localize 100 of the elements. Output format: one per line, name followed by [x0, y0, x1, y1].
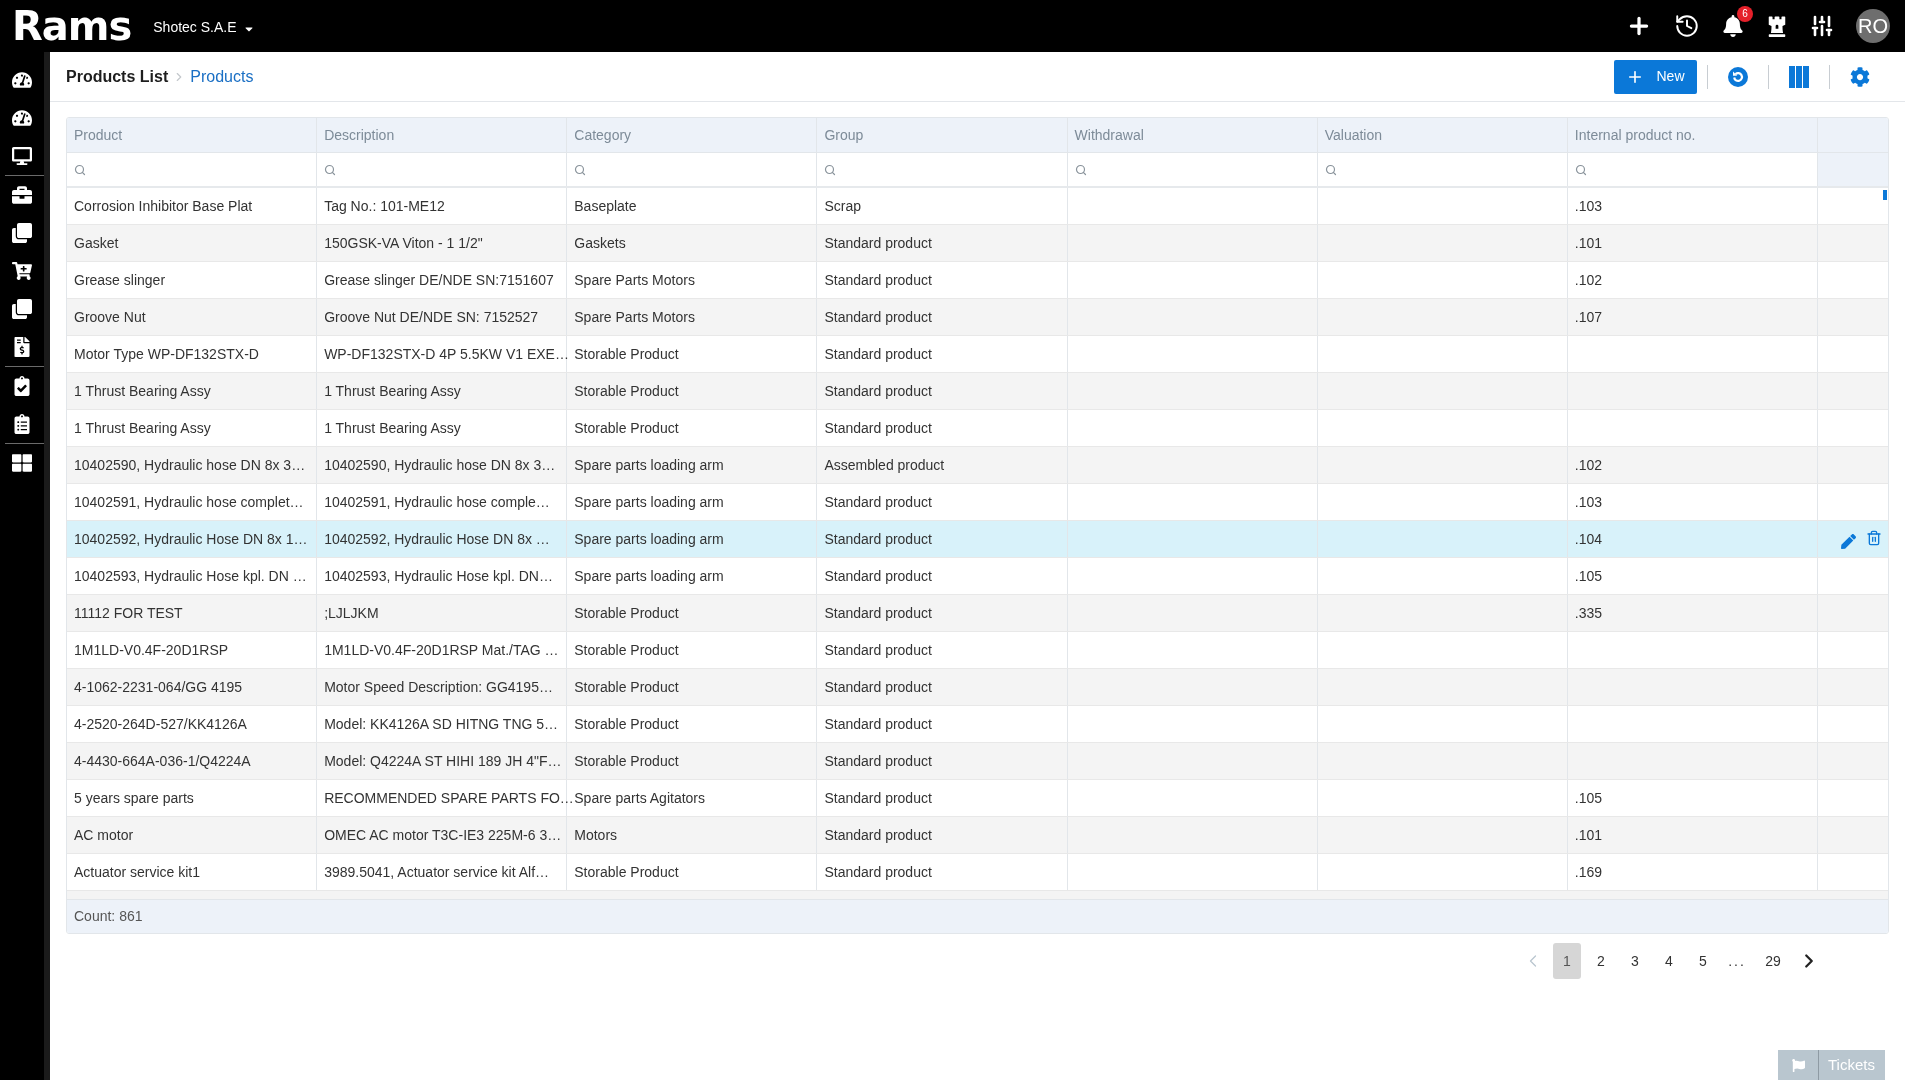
table-cell-text: Spare parts Agitators: [574, 788, 706, 808]
table-row[interactable]: 10402591, Hydraulic hose complet… 10402591, Hydraulic hose comple… Spare parts loading arm Standard product .103: [67, 484, 1888, 521]
table-cell-text: Spare Parts Motors: [574, 270, 695, 290]
invoice-dollar-icon[interactable]: [12, 337, 32, 357]
page-button[interactable]: 4: [1655, 943, 1683, 979]
table-cell-text: .102: [1574, 270, 1603, 290]
table-row[interactable]: AC motor OMEC AC motor T3C-IE3 225M-6 3… Motors Standard product .101: [67, 817, 1888, 854]
table-cell-text: 10402593, Hydraulic Hose kpl. DN…: [324, 566, 553, 586]
table-row[interactable]: 4-1062-2231-064/GG 4195 Motor Speed Description: GG4195… Storable Product Standard product: [67, 669, 1888, 706]
table-cell-text: .335: [1574, 603, 1603, 623]
company-dropdown[interactable]: Shotec S.A.E: [153, 16, 255, 38]
user-avatar[interactable]: RO: [1856, 9, 1890, 43]
page-button[interactable]: 2: [1587, 943, 1615, 979]
table-cell-text: 1 Thrust Bearing Assy: [74, 381, 211, 401]
table-cell-text: RECOMMENDED SPARE PARTS FO…: [324, 788, 574, 808]
table-row[interactable]: 4-4430-664A-036-1/Q4224A Model: Q4224A ST HIHI 189 JH 4"F… Storable Product Standard product: [67, 743, 1888, 780]
table-cell-text: Storable Product: [574, 751, 679, 771]
table-cell-text: Storable Product: [574, 381, 679, 401]
table-cell-text: Standard product: [824, 677, 932, 697]
table-cell-text: .169: [1574, 862, 1603, 882]
table-cell-text: 10402590, Hydraulic hose DN 8x 3…: [74, 455, 306, 475]
new-button[interactable]: New: [1614, 59, 1697, 94]
table-row[interactable]: Motor Type WP-DF132STX-D WP-DF132STX-D 4P 5.5KW V1 EXE… Storable Product Standard product: [67, 336, 1888, 373]
history-icon[interactable]: [1674, 13, 1700, 39]
table-row[interactable]: 10402590, Hydraulic hose DN 8x 3… 10402590, Hydraulic hose DN 8x 3… Spare parts loading arm Assembled product .102: [67, 447, 1888, 484]
table-cell-text: Grease slinger DE/NDE SN:7151607: [324, 270, 554, 290]
breadcrumb-link[interactable]: Products: [190, 64, 254, 89]
search-icon: [74, 163, 86, 176]
table-cell-text: 1M1LD-V0.4F-20D1RSP Mat./TAG …: [324, 640, 559, 660]
table-cell-text: Grease slinger: [74, 270, 166, 290]
table-cell-text: Standard product: [824, 603, 932, 623]
table-row[interactable]: Actuator service kit1 3989.5041, Actuator service kit Alf… Storable Product Standard product .169: [67, 854, 1888, 891]
breadcrumb-link[interactable]: Products List: [66, 64, 169, 89]
table-row[interactable]: 11112 FOR TEST ;LJLJKM Storable Product Standard product .335: [67, 595, 1888, 632]
table-row[interactable]: Corrosion Inhibitor Base Plat Tag No.: 101-ME12 Baseplate Scrap .103: [67, 188, 1888, 225]
search-icon: [324, 163, 337, 176]
table-cell-text: Motors: [574, 825, 618, 845]
overlapping-squares-icon[interactable]: [12, 299, 32, 319]
table-cell-text: 4-4430-664A-036-1/Q4224A: [74, 751, 251, 771]
table-cell-text: Standard product: [824, 788, 932, 808]
table-cell-text: Standard product: [824, 233, 932, 253]
page-button[interactable]: 5: [1689, 943, 1717, 979]
settings-icon[interactable]: [1850, 66, 1870, 87]
notifications-icon[interactable]: [1722, 15, 1744, 37]
table-cell-text: 10402591, Hydraulic hose complet…: [74, 492, 304, 512]
flag-icon: [1791, 1058, 1805, 1072]
sliders-icon[interactable]: [1810, 14, 1834, 38]
table-cell-text: .105: [1574, 788, 1603, 808]
refresh-icon[interactable]: [1728, 66, 1748, 87]
table-cell-text: Storable Product: [574, 344, 679, 364]
gauge-icon[interactable]: [12, 108, 32, 128]
clipboard-list-icon[interactable]: [12, 414, 32, 434]
delete-icon[interactable]: [1866, 529, 1882, 546]
cart-plus-icon[interactable]: [12, 261, 32, 281]
record-count: Count: 861: [74, 907, 143, 926]
page-button[interactable]: 1: [1553, 943, 1581, 979]
columns-icon[interactable]: [1789, 65, 1809, 88]
table-row[interactable]: 1 Thrust Bearing Assy 1 Thrust Bearing Assy Storable Product Standard product: [67, 373, 1888, 410]
table-cell-text: 10402592, Hydraulic Hose DN 8x 1…: [74, 529, 308, 549]
table-cell-text: Storable Product: [574, 603, 679, 623]
page-button[interactable]: 29: [1757, 943, 1789, 979]
monitor-icon[interactable]: [12, 146, 32, 166]
gauge-icon[interactable]: [12, 70, 32, 90]
table-cell-text: .103: [1574, 492, 1603, 512]
table-cell-text: 4-2520-264D-527/KK4126A: [74, 714, 247, 734]
table-row[interactable]: Groove Nut Groove Nut DE/NDE SN: 7152527 Spare Parts Motors Standard product .107: [67, 299, 1888, 336]
table-cell-text: Spare parts loading arm: [574, 566, 724, 586]
table-cell-text: Assembled product: [824, 455, 945, 475]
search-icon: [1574, 163, 1587, 176]
table-row[interactable]: 10402592, Hydraulic Hose DN 8x 1… 10402592, Hydraulic Hose DN 8x … Spare parts loading arm Standard product .104: [67, 521, 1888, 558]
table-cell-text: Spare Parts Motors: [574, 307, 695, 327]
table-row[interactable]: 1M1LD-V0.4F-20D1RSP 1M1LD-V0.4F-20D1RSP Mat./TAG … Storable Product Standard product: [67, 632, 1888, 669]
table-cell-text: 10402592, Hydraulic Hose DN 8x …: [324, 529, 550, 549]
scrollbar-thumb[interactable]: [1883, 190, 1887, 200]
table-cell-text: Groove Nut DE/NDE SN: 7152527: [324, 307, 539, 327]
table-cell-text: 11112 FOR TEST: [74, 603, 183, 623]
table-cell-text: Standard product: [824, 714, 932, 734]
table-cell-text: Standard product: [824, 418, 932, 438]
overlapping-squares-icon[interactable]: [12, 223, 32, 243]
table-cell-text: Standard product: [824, 307, 932, 327]
table-row[interactable]: 5 years spare parts RECOMMENDED SPARE PARTS FO…Spare parts Agitators Standard product .105: [67, 780, 1888, 817]
edit-icon[interactable]: [1841, 533, 1856, 549]
table-row[interactable]: 1 Thrust Bearing Assy 1 Thrust Bearing Assy Storable Product Standard product: [67, 410, 1888, 447]
table-cell-text: 10402590, Hydraulic hose DN 8x 3…: [324, 455, 556, 475]
table-cell-text: WP-DF132STX-D 4P 5.5KW V1 EXE…: [324, 344, 569, 364]
table-cell-text: 150GSK-VA Viton - 1 1/2": [324, 233, 483, 253]
notification-badge: 6: [1737, 6, 1753, 22]
grid-icon[interactable]: [12, 453, 32, 473]
briefcase-icon[interactable]: [12, 185, 32, 205]
table-cell-text: 10402591, Hydraulic hose comple…: [324, 492, 550, 512]
table-row[interactable]: Gasket 150GSK-VA Viton - 1 1/2" Gaskets Standard product .101: [67, 225, 1888, 262]
table-row[interactable]: 4-2520-264D-527/KK4126A Model: KK4126A SD HITNG TNG 5… Storable Product Standard product: [67, 706, 1888, 743]
search-icon: [1324, 163, 1337, 176]
table-row[interactable]: 10402593, Hydraulic Hose kpl. DN … 10402593, Hydraulic Hose kpl. DN… Spare parts loading arm Standard product .105: [67, 558, 1888, 595]
search-icon: [824, 163, 837, 176]
table-row[interactable]: Grease slinger Grease slinger DE/NDE SN:7151607 Spare Parts Motors Standard product .102: [67, 262, 1888, 299]
clipboard-check-icon[interactable]: [12, 376, 32, 396]
table-cell-text: Actuator service kit1: [74, 862, 201, 882]
tower-icon[interactable]: [1766, 15, 1788, 37]
page-button[interactable]: 3: [1621, 943, 1649, 979]
